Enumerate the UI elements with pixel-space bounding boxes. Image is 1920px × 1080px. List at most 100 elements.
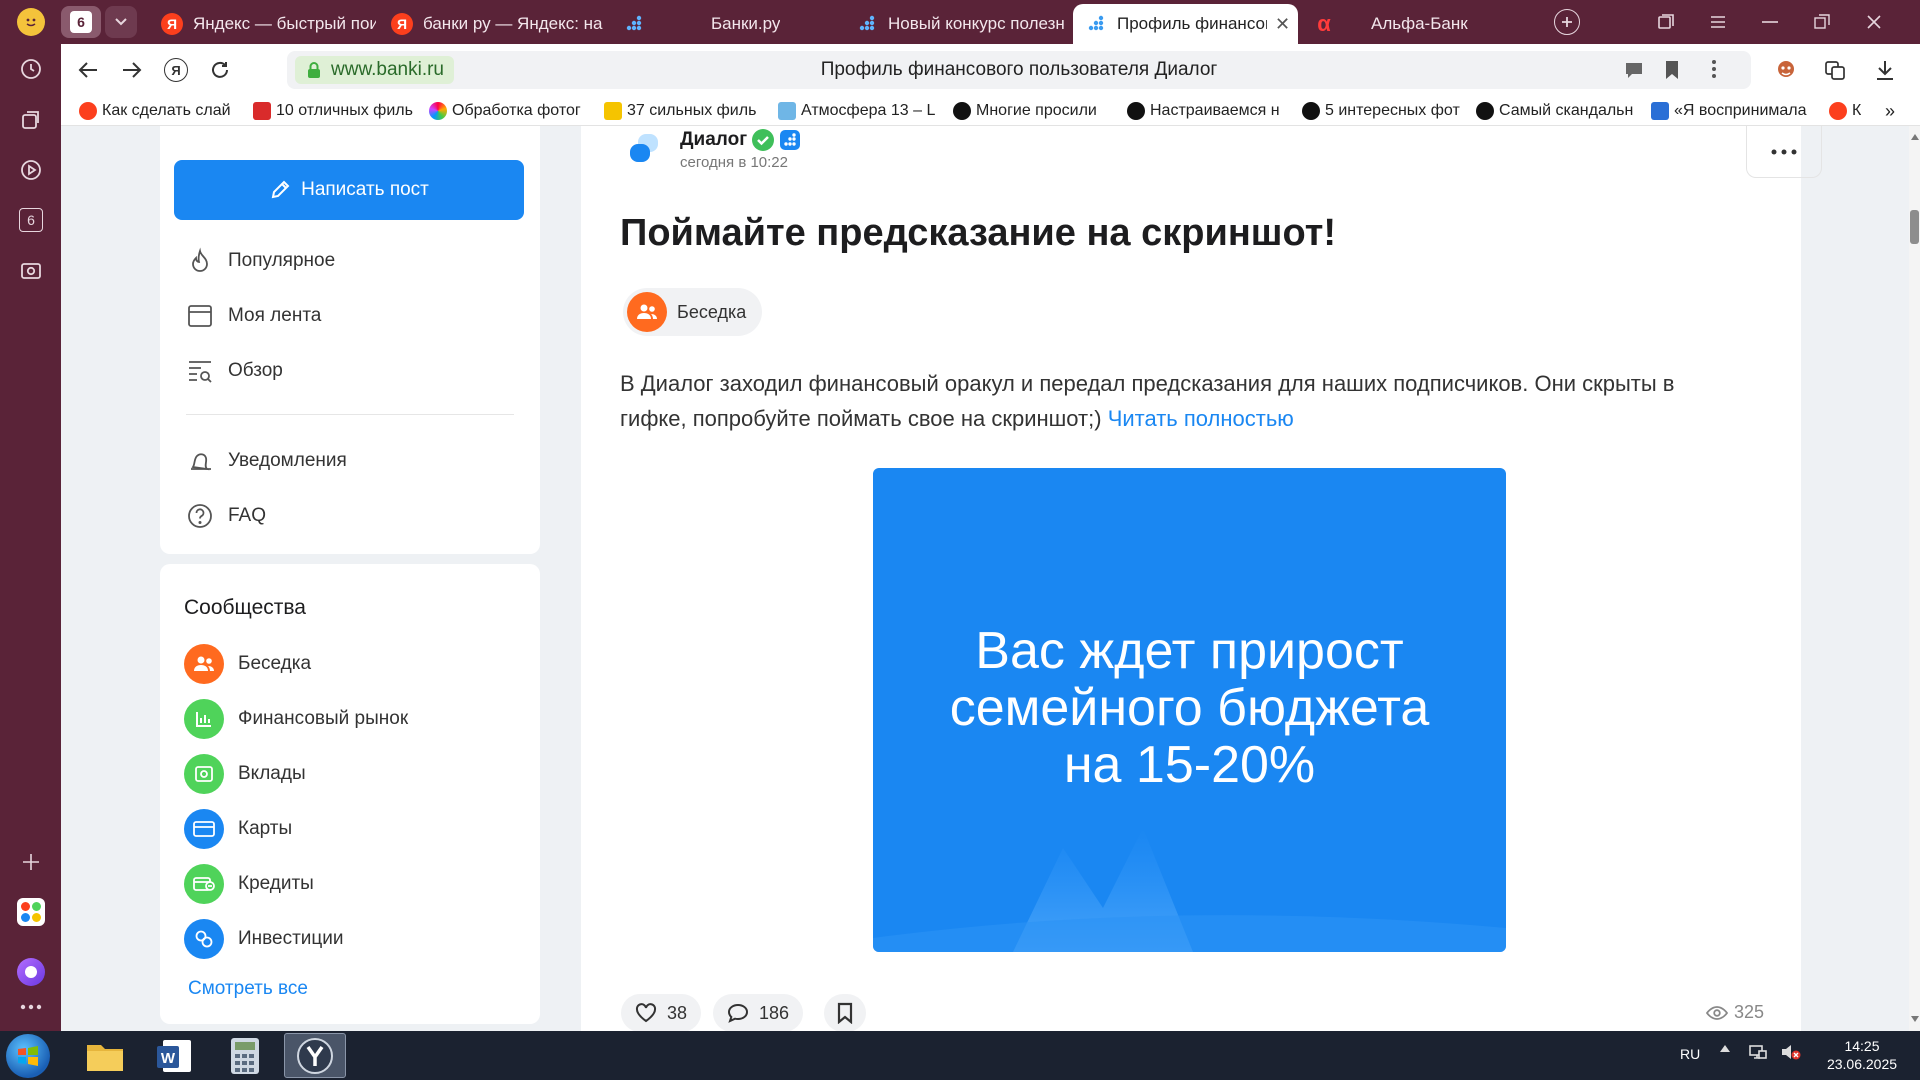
back-icon[interactable] [71, 53, 105, 87]
community-item-investments[interactable]: Инвестиции [184, 919, 344, 959]
site-domain-pill[interactable]: www.banki.ru [295, 56, 454, 84]
community-item-financial-market[interactable]: Финансовый рынок [184, 699, 408, 739]
tab-banki-pinned[interactable] [623, 4, 668, 44]
alice-icon[interactable] [12, 953, 50, 991]
bookmark-item[interactable]: Обработка фотог [429, 100, 587, 122]
menu-item-faq[interactable]: FAQ [186, 501, 266, 531]
bookmark-item[interactable]: Многие просили [953, 100, 1108, 122]
bookmark-item[interactable]: Атмосфера 13 – L [778, 100, 938, 122]
restore-icon[interactable] [1796, 0, 1848, 44]
community-tag[interactable]: Беседка [623, 288, 763, 336]
heart-icon [635, 1003, 657, 1023]
taskbar-word-icon[interactable]: W [144, 1033, 206, 1078]
bookmark-favicon-icon [604, 102, 622, 120]
volume-muted-icon[interactable] [1780, 1043, 1802, 1061]
see-all-communities-link[interactable]: Смотреть все [188, 978, 308, 1000]
services-icon[interactable] [12, 893, 50, 931]
alfa-icon: α [1317, 11, 1331, 36]
tab-close-icon[interactable]: ✕ [1275, 14, 1290, 35]
post-author[interactable]: Диалог [680, 128, 801, 152]
history-icon[interactable] [12, 50, 50, 88]
card-icon [184, 809, 224, 849]
tab-counter-icon[interactable]: 6 [12, 201, 50, 239]
dialog-avatar[interactable] [624, 132, 664, 168]
bookmark-item[interactable]: К [1829, 100, 1874, 122]
bookmark-item[interactable]: 10 отличных филь [253, 100, 413, 122]
people-icon [627, 292, 667, 332]
comments-button[interactable]: 186 [713, 994, 804, 1031]
like-button[interactable]: 38 [621, 994, 702, 1031]
question-icon [186, 502, 214, 530]
bookmark-favicon-icon [1476, 102, 1494, 120]
collections-icon[interactable] [12, 101, 50, 139]
taskbar-explorer-icon[interactable] [74, 1033, 136, 1078]
scroll-thumb[interactable] [1910, 210, 1919, 244]
menu-item-overview[interactable]: Обзор [186, 356, 283, 386]
taskbar-yandex-browser-icon[interactable] [284, 1033, 346, 1078]
forward-icon[interactable] [115, 53, 149, 87]
tabs-dropdown-icon[interactable] [105, 6, 137, 38]
community-item-besedka[interactable]: Беседка [184, 644, 311, 684]
bookmark-item[interactable]: Как сделать слай [79, 100, 239, 122]
tab-profile-active[interactable]: Профиль финансово ✕ [1073, 4, 1298, 44]
menu-item-my-feed[interactable]: Моя лента [186, 301, 321, 331]
community-item-cards[interactable]: Карты [184, 809, 292, 849]
play-icon[interactable] [12, 151, 50, 189]
bookmark-item[interactable]: Настраиваемся н [1127, 100, 1282, 122]
overview-icon [186, 357, 214, 385]
address-menu-icon[interactable] [1711, 59, 1725, 81]
system-clock[interactable]: 14:25 23.06.2025 [1812, 1037, 1912, 1073]
tab-count-button[interactable]: 6 [61, 6, 101, 38]
banki-icon [623, 13, 645, 35]
page-scrollbar[interactable] [1909, 126, 1920, 1031]
tab-yandex-search[interactable]: Я Яндекс — быстрый пои [161, 4, 376, 44]
downloads-icon[interactable] [1868, 53, 1902, 87]
bookmark-icon [837, 1002, 853, 1024]
feed-icon [186, 302, 214, 330]
bookmarks-bar: Как сделать слай 10 отличных филь Обрабо… [61, 96, 1920, 126]
bookmark-item[interactable]: 37 сильных филь [604, 100, 759, 122]
sidebar-toggle-icon[interactable] [1640, 0, 1692, 44]
yandex-home-icon[interactable]: Я [159, 53, 193, 87]
post-more-icon[interactable] [1746, 126, 1822, 178]
scroll-up-icon[interactable] [1911, 134, 1919, 140]
bookmark-item[interactable]: 5 интересных фот [1302, 100, 1462, 122]
taskbar-calculator-icon[interactable] [214, 1033, 276, 1078]
translate-icon[interactable] [1818, 53, 1852, 87]
community-item-credits[interactable]: Кредиты [184, 864, 314, 904]
more-icon[interactable] [12, 992, 50, 1022]
minimize-icon[interactable] [1744, 0, 1796, 44]
hamburger-menu-icon[interactable] [1692, 0, 1744, 44]
bookmark-item[interactable]: «Я воспринимала [1651, 100, 1811, 122]
start-button[interactable] [6, 1034, 50, 1078]
read-more-link[interactable]: Читать полностью [1108, 406, 1294, 431]
bookmarks-overflow-icon[interactable]: » [1885, 100, 1905, 122]
community-item-deposits[interactable]: Вклады [184, 754, 306, 794]
people-icon [184, 644, 224, 684]
lock-icon [305, 61, 323, 79]
menu-item-popular[interactable]: Популярное [186, 246, 335, 276]
bookmark-item[interactable]: Самый скандальн [1476, 100, 1636, 122]
tab-alfa-bank[interactable]: α Альфа-Банк [1313, 4, 1503, 44]
bookmark-page-icon[interactable] [1663, 59, 1685, 81]
save-post-button[interactable] [824, 994, 866, 1031]
tab-yandex-banki[interactable]: Я банки ру — Яндекс: на [391, 4, 606, 44]
chat-icon[interactable] [1623, 59, 1645, 81]
scroll-down-icon[interactable] [1911, 1016, 1919, 1022]
screenshot-icon[interactable] [12, 252, 50, 290]
post-image[interactable]: Вас ждет прирост семейного бюджета на 15… [873, 468, 1506, 952]
language-indicator[interactable]: RU [1680, 1046, 1700, 1062]
address-bar[interactable]: www.banki.ru Профиль финансового пользов… [287, 51, 1751, 89]
tray-expand-icon[interactable] [1720, 1045, 1730, 1052]
reload-icon[interactable] [203, 53, 237, 87]
write-post-button[interactable]: Написать пост [174, 160, 524, 220]
browser-menu-icon[interactable] [12, 0, 50, 44]
extension-icon[interactable] [1769, 53, 1803, 87]
network-icon[interactable] [1748, 1043, 1768, 1061]
new-tab-icon[interactable] [1554, 9, 1580, 35]
menu-item-notifications[interactable]: Уведомления [186, 446, 347, 476]
close-window-icon[interactable] [1848, 0, 1900, 44]
add-panel-icon[interactable] [12, 843, 50, 881]
page-viewport: Написать пост Популярное Моя лента Обзор… [61, 126, 1909, 1031]
bookmark-favicon-icon [1829, 102, 1847, 120]
